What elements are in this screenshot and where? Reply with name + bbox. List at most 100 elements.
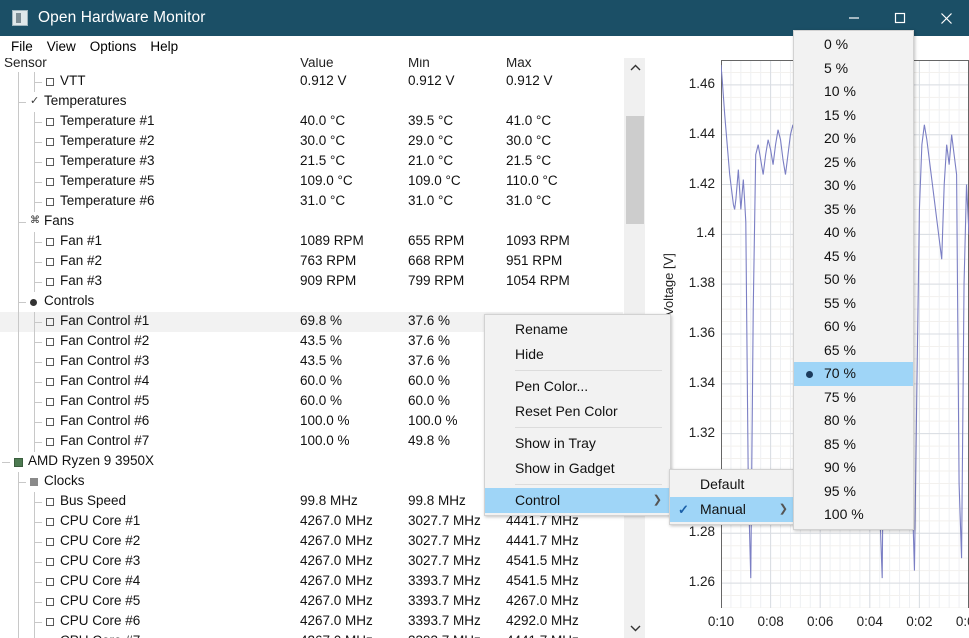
sensor-name: Controls [44, 293, 95, 308]
table-row[interactable]: Fan #2 763 RPM 668 RPM 951 RPM [0, 252, 623, 272]
percent-option-label: 10 % [824, 83, 856, 99]
tree-guide-line [18, 532, 19, 552]
tree-elbow-line [34, 82, 42, 83]
percent-option-85[interactable]: 85 % [794, 433, 913, 457]
table-row[interactable]: Fan #3 909 RPM 799 RPM 1054 RPM [0, 272, 623, 292]
sensor-name: Temperature #6 [60, 193, 155, 208]
menu-options[interactable]: Options [83, 37, 144, 56]
menu-item-show-in-gadget[interactable]: Show in Gadget [485, 456, 670, 481]
table-row[interactable]: ⌘ Fans [0, 212, 623, 232]
percent-option-label: 0 % [824, 36, 849, 52]
chevron-down-icon[interactable] [624, 618, 646, 638]
tree-elbow-line [34, 402, 42, 403]
menu-separator [515, 370, 662, 371]
menu-item-label: Show in Gadget [515, 460, 615, 476]
chevron-right-icon: ❯ [778, 503, 788, 515]
menu-item-pen-color[interactable]: Pen Color... [485, 374, 670, 399]
table-row[interactable]: Temperature #6 31.0 °C 31.0 °C 31.0 °C [0, 192, 623, 212]
sensor-name: Fan #1 [60, 233, 103, 248]
table-row[interactable]: CPU Core #3 4267.0 MHz 3027.7 MHz 4541.5 MH… [0, 552, 623, 572]
table-row[interactable]: CPU Core #7 4267.0 MHz 3393.7 MHz 4441.7 MH… [0, 632, 623, 638]
table-row[interactable]: CPU Core #6 4267.0 MHz 3393.7 MHz 4292.0 MH… [0, 612, 623, 632]
percent-option-35[interactable]: 35 % [794, 198, 913, 222]
percent-option-label: 70 % [824, 365, 856, 381]
column-header-min[interactable]: Min [408, 58, 430, 70]
sensor-leaf-icon [46, 498, 54, 506]
table-row[interactable]: Controls [0, 292, 623, 312]
percent-option-10[interactable]: 10 % [794, 80, 913, 104]
scrollbar-thumb[interactable] [626, 116, 644, 224]
sensor-name: Clocks [44, 473, 85, 488]
percent-option-60[interactable]: 60 % [794, 315, 913, 339]
percent-option-75[interactable]: 75 % [794, 386, 913, 410]
percent-option-65[interactable]: 65 % [794, 339, 913, 363]
percent-option-20[interactable]: 20 % [794, 127, 913, 151]
menu-item-rename[interactable]: Rename [485, 317, 670, 342]
table-row[interactable]: VTT 0.912 V 0.912 V 0.912 V [0, 72, 623, 92]
column-header-sensor[interactable]: Sensor [4, 58, 47, 70]
column-header-value[interactable]: Value [300, 58, 334, 70]
tree-elbow-line [34, 242, 42, 243]
sensor-min: 668 RPM [408, 253, 465, 268]
sensor-value: 21.5 °C [300, 153, 346, 168]
table-row[interactable]: CPU Core #4 4267.0 MHz 3393.7 MHz 4541.5 MH… [0, 572, 623, 592]
chevron-up-icon[interactable] [624, 58, 646, 78]
menu-help[interactable]: Help [143, 37, 185, 56]
tree-guide-line [18, 332, 19, 352]
table-row[interactable]: CPU Core #5 4267.0 MHz 3393.7 MHz 4267.0 MH… [0, 592, 623, 612]
sensor-leaf-icon [46, 418, 54, 426]
percent-option-label: 5 % [824, 59, 849, 76]
percent-option-5[interactable]: 5 % [794, 57, 913, 81]
submenu-item-manual[interactable]: ✓ Manual ❯ [670, 497, 796, 522]
percent-option-0[interactable]: 0 % [794, 33, 913, 57]
column-header-max[interactable]: Max [506, 58, 532, 70]
sensor-min: 37.6 % [408, 313, 451, 328]
tree-elbow-line [34, 362, 42, 363]
percent-option-label: 15 % [824, 106, 856, 123]
table-row[interactable]: Temperature #5 109.0 °C 109.0 °C 110.0 °C [0, 172, 623, 192]
tree-guide-line [18, 572, 19, 592]
percent-option-95[interactable]: 95 % [794, 480, 913, 504]
menu-item-hide[interactable]: Hide [485, 342, 670, 367]
percent-option-40[interactable]: 40 % [794, 221, 913, 245]
tree-elbow-line [34, 542, 42, 543]
table-row[interactable]: Fan #1 1089 RPM 655 RPM 1093 RPM [0, 232, 623, 252]
percent-option-15[interactable]: 15 % [794, 104, 913, 128]
tree-elbow-line [34, 502, 42, 503]
sensor-value: 43.5 % [300, 353, 343, 368]
percent-option-50[interactable]: 50 % [794, 268, 913, 292]
chart-x-tick-label: 0:10 [707, 614, 735, 629]
menu-item-show-in-tray[interactable]: Show in Tray [485, 431, 670, 456]
percent-option-label: 35 % [824, 200, 856, 217]
sensor-name: CPU Core #4 [60, 573, 141, 588]
sensor-leaf-icon [46, 278, 54, 286]
table-row[interactable]: Temperature #2 30.0 °C 29.0 °C 30.0 °C [0, 132, 623, 152]
radio-selected-icon [806, 370, 813, 378]
submenu-item-default[interactable]: Default [670, 472, 796, 497]
percent-option-label: 85 % [824, 435, 856, 452]
menu-item-control[interactable]: Control ❯ [485, 488, 670, 513]
percent-option-90[interactable]: 90 % [794, 456, 913, 480]
menu-item-reset-pen-color[interactable]: Reset Pen Color [485, 399, 670, 424]
table-row[interactable]: Temperature #3 21.5 °C 21.0 °C 21.5 °C [0, 152, 623, 172]
close-icon[interactable] [923, 0, 969, 36]
sensor-min: 29.0 °C [408, 133, 454, 148]
sensor-min: 3393.7 MHz [408, 613, 481, 628]
sensor-name: Fan Control #2 [60, 333, 150, 348]
percent-option-100[interactable]: 100 % [794, 503, 913, 527]
percent-option-45[interactable]: 45 % [794, 245, 913, 269]
menu-view[interactable]: View [40, 37, 83, 56]
percent-option-25[interactable]: 25 % [794, 151, 913, 175]
percent-option-80[interactable]: 80 % [794, 409, 913, 433]
sensor-value: 4267.0 MHz [300, 593, 373, 608]
table-row[interactable]: Temperature #1 40.0 °C 39.5 °C 41.0 °C [0, 112, 623, 132]
sensor-min: 49.8 % [408, 433, 451, 448]
menu-file[interactable]: File [4, 37, 40, 56]
table-row[interactable]: ✓ Temperatures [0, 92, 623, 112]
percent-option-55[interactable]: 55 % [794, 292, 913, 316]
tree-guide-line [18, 132, 19, 152]
percent-option-70[interactable]: 70 % [794, 362, 913, 386]
sensor-value: 69.8 % [300, 313, 343, 328]
percent-option-30[interactable]: 30 % [794, 174, 913, 198]
table-row[interactable]: CPU Core #2 4267.0 MHz 3027.7 MHz 4441.7 MH… [0, 532, 623, 552]
